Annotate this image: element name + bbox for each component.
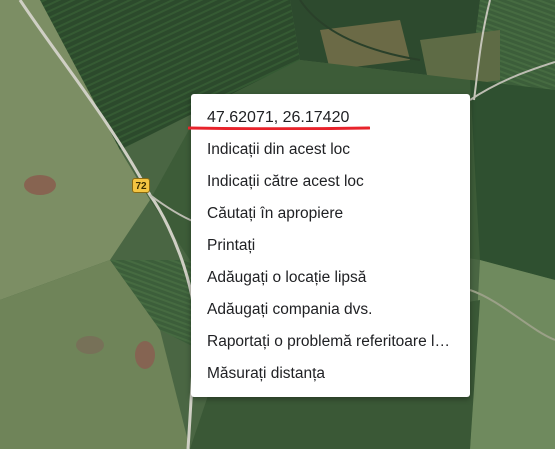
red-underline-annotation [188, 126, 370, 130]
menu-item-measure-distance[interactable]: Măsurați distanța [191, 358, 470, 390]
menu-item-add-business[interactable]: Adăugați compania dvs. [191, 294, 470, 326]
menu-item-directions-from[interactable]: Indicații din acest loc [191, 134, 470, 166]
menu-item-report-data-problem[interactable]: Raportați o problemă referitoare la date [191, 326, 470, 358]
menu-item-print[interactable]: Printați [191, 230, 470, 262]
menu-item-search-nearby[interactable]: Căutați în apropiere [191, 198, 470, 230]
menu-item-directions-to[interactable]: Indicații către acest loc [191, 166, 470, 198]
route-72-shield: 72 [132, 178, 150, 193]
map-context-menu: 47.62071, 26.17420 Indicații din acest l… [191, 94, 470, 397]
menu-item-add-missing-place[interactable]: Adăugați o locație lipsă [191, 262, 470, 294]
